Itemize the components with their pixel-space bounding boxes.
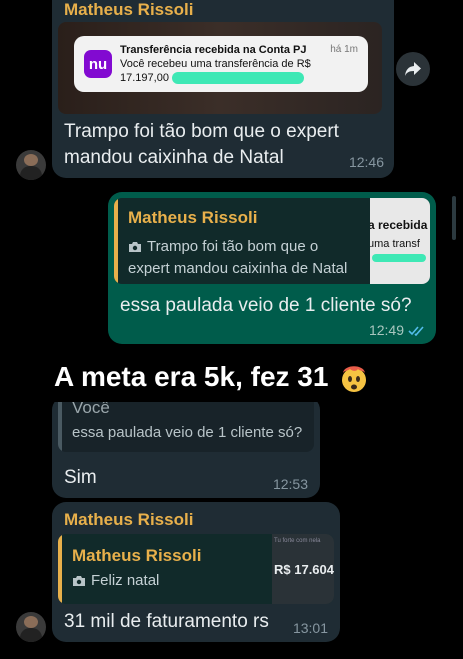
scrollbar-handle[interactable] — [452, 196, 456, 240]
message-bubble-incoming[interactable]: Você essa paulada veio de 1 cliente só? … — [52, 390, 320, 498]
message-bubble-outgoing[interactable]: Matheus Rissoli Trampo foi tão bom que o… — [108, 192, 436, 344]
overlay-caption: A meta era 5k, fez 31 — [40, 352, 385, 402]
message-text: essa paulada veio de 1 cliente só? — [120, 295, 412, 316]
redaction-scribble — [172, 72, 304, 84]
quote-sender-name: Matheus Rissoli — [128, 208, 258, 227]
message-time: 13:01 — [292, 620, 328, 636]
quote-thumbnail: a recebida n uma transf — [370, 198, 430, 284]
thumbnail-small-text: Tu forte com nela — [274, 538, 321, 544]
quote-text-line-2: expert mandou caixinha de Natal — [128, 260, 348, 277]
camera-icon — [129, 242, 141, 252]
message-bubble-incoming[interactable]: Matheus Rissoli Matheus Rissoli Feliz na… — [52, 502, 340, 642]
quote-text-line-1: Trampo foi tão bom que o — [147, 238, 319, 255]
quote-sender-name: Matheus Rissoli — [72, 546, 202, 565]
sender-name[interactable]: Matheus Rissoli — [64, 0, 193, 20]
quote-accent-bar — [114, 198, 118, 284]
quote-thumbnail: Tu forte com nela R$ 17.604 — [272, 534, 334, 604]
camera-icon — [73, 576, 85, 586]
caption-text: A meta era 5k, fez 31 — [54, 361, 329, 392]
message-time: 12:49 — [368, 322, 404, 338]
quote-accent-bar — [58, 534, 62, 604]
thumbnail-amount: R$ 17.604 — [274, 562, 334, 577]
quote-text: essa paulada veio de 1 cliente só? — [72, 424, 303, 441]
sender-name[interactable]: Matheus Rissoli — [64, 510, 193, 530]
notification-title: Transferência recebida na Conta PJ — [120, 44, 307, 56]
avatar[interactable] — [16, 150, 46, 180]
quote-text: Feliz natal — [91, 572, 160, 589]
message-time: 12:46 — [348, 154, 384, 170]
message-bubble-incoming[interactable]: Matheus Rissoli nu Transferência recebid… — [52, 0, 394, 178]
thumbnail-text: uma transf — [370, 238, 420, 250]
quoted-message[interactable]: Matheus Rissoli Trampo foi tão bom que o… — [114, 198, 430, 284]
message-time: 12:53 — [272, 476, 308, 492]
double-check-icon — [408, 326, 424, 336]
message-text: 31 mil de faturamento rs — [64, 611, 269, 632]
exploding-head-emoji — [342, 366, 367, 392]
thumbnail-text: a recebida n — [370, 218, 430, 232]
image-attachment[interactable]: nu Transferência recebida na Conta PJ há… — [58, 22, 382, 114]
forward-arrow-icon — [405, 62, 421, 76]
notification-time: há 1m — [330, 44, 358, 55]
message-text-line-1: Trampo foi tão bom que o expert — [64, 121, 339, 142]
quoted-message[interactable]: Matheus Rissoli Feliz natal Tu forte com… — [58, 534, 334, 604]
message-text-line-2: mandou caixinha de Natal — [64, 147, 284, 168]
nubank-logo-icon: nu — [84, 50, 112, 78]
redaction-scribble — [372, 254, 426, 262]
notification-body: Você recebeu uma transferência de R$ — [120, 58, 311, 70]
avatar[interactable] — [16, 612, 46, 642]
bank-notification: nu Transferência recebida na Conta PJ há… — [74, 36, 368, 92]
forward-button[interactable] — [396, 52, 430, 86]
message-text: Sim — [64, 467, 97, 488]
notification-amount: 17.197,00 — [120, 72, 169, 84]
